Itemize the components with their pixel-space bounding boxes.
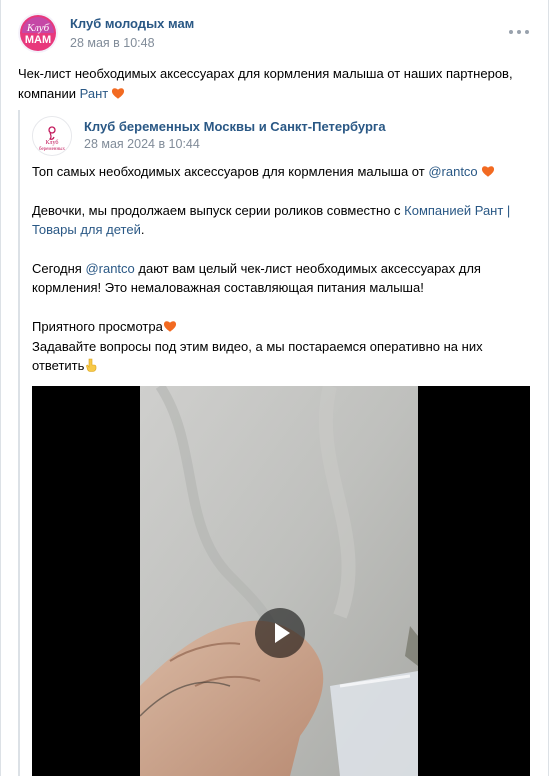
- repost-paragraph-3: Сегодня @rantco дают вам целый чек-лист …: [32, 259, 527, 298]
- club-mam-logo: Клуб МАМ: [18, 13, 58, 53]
- video-player[interactable]: [32, 386, 530, 776]
- video-thumbnail: [140, 386, 418, 776]
- repost-header: Клуб беременных Клуб беременных Москвы и…: [32, 116, 522, 156]
- svg-text:Клуб: Клуб: [46, 139, 59, 146]
- repost-paragraph-2: Девочки, мы продолжаем выпуск серии роли…: [32, 201, 527, 240]
- text-span: .: [140, 222, 145, 238]
- play-icon[interactable]: [255, 608, 305, 658]
- repost-date[interactable]: 28 мая 2024 в 10:44: [84, 137, 200, 151]
- author-name[interactable]: Клуб молодых мам: [70, 16, 194, 31]
- repost-author-avatar[interactable]: Клуб беременных: [32, 116, 72, 156]
- play-triangle-icon: [275, 623, 290, 643]
- text-span: Девочки, мы продолжаем выпуск серии роли…: [32, 202, 405, 218]
- orange-heart-icon: [163, 321, 176, 332]
- rantco-mention-link[interactable]: @rantco: [428, 164, 477, 179]
- repost-paragraph-1: Топ самых необходимых аксессуаров для ко…: [32, 162, 527, 181]
- repost: Клуб беременных Клуб беременных Москвы и…: [18, 110, 535, 776]
- repost-paragraph-4: Приятного просмотра: [32, 317, 527, 336]
- text-span: Топ самых необходимых аксессуаров для ко…: [32, 164, 429, 179]
- rant-link[interactable]: Рант: [80, 86, 109, 101]
- post-header: Клуб МАМ Клуб молодых мам 28 мая в 10:48: [18, 12, 531, 54]
- svg-text:Клуб: Клуб: [26, 22, 50, 34]
- svg-text:МАМ: МАМ: [25, 34, 51, 46]
- author-avatar[interactable]: Клуб МАМ: [18, 13, 58, 53]
- pregnant-club-logo: Клуб беременных: [33, 117, 71, 155]
- orange-heart-icon: [481, 166, 494, 177]
- text-span: Приятного просмотра: [32, 319, 163, 335]
- post-date[interactable]: 28 мая в 10:48: [70, 36, 155, 50]
- repost-author-name[interactable]: Клуб беременных Москвы и Санкт-Петербург…: [84, 119, 386, 134]
- repost-text: Топ самых необходимых аксессуаров для ко…: [32, 162, 527, 375]
- text-span: Задавайте вопросы под этим видео, а мы п…: [32, 338, 483, 374]
- svg-text:беременных: беременных: [39, 147, 66, 152]
- pointing-down-hand-icon: [86, 358, 97, 372]
- video-thumbnail-image: [140, 386, 418, 776]
- more-horizontal-icon[interactable]: [507, 22, 531, 42]
- orange-heart-icon: [112, 88, 125, 99]
- wall-post: Клуб МАМ Клуб молодых мам 28 мая в 10:48…: [0, 0, 549, 776]
- repost-paragraph-5: Задавайте вопросы под этим видео, а мы п…: [32, 337, 527, 376]
- rantco-mention-link[interactable]: @rantco: [85, 261, 134, 276]
- post-text: Чек-лист необходимых аксессуарах для кор…: [18, 64, 533, 104]
- text-span: Сегодня: [32, 261, 86, 276]
